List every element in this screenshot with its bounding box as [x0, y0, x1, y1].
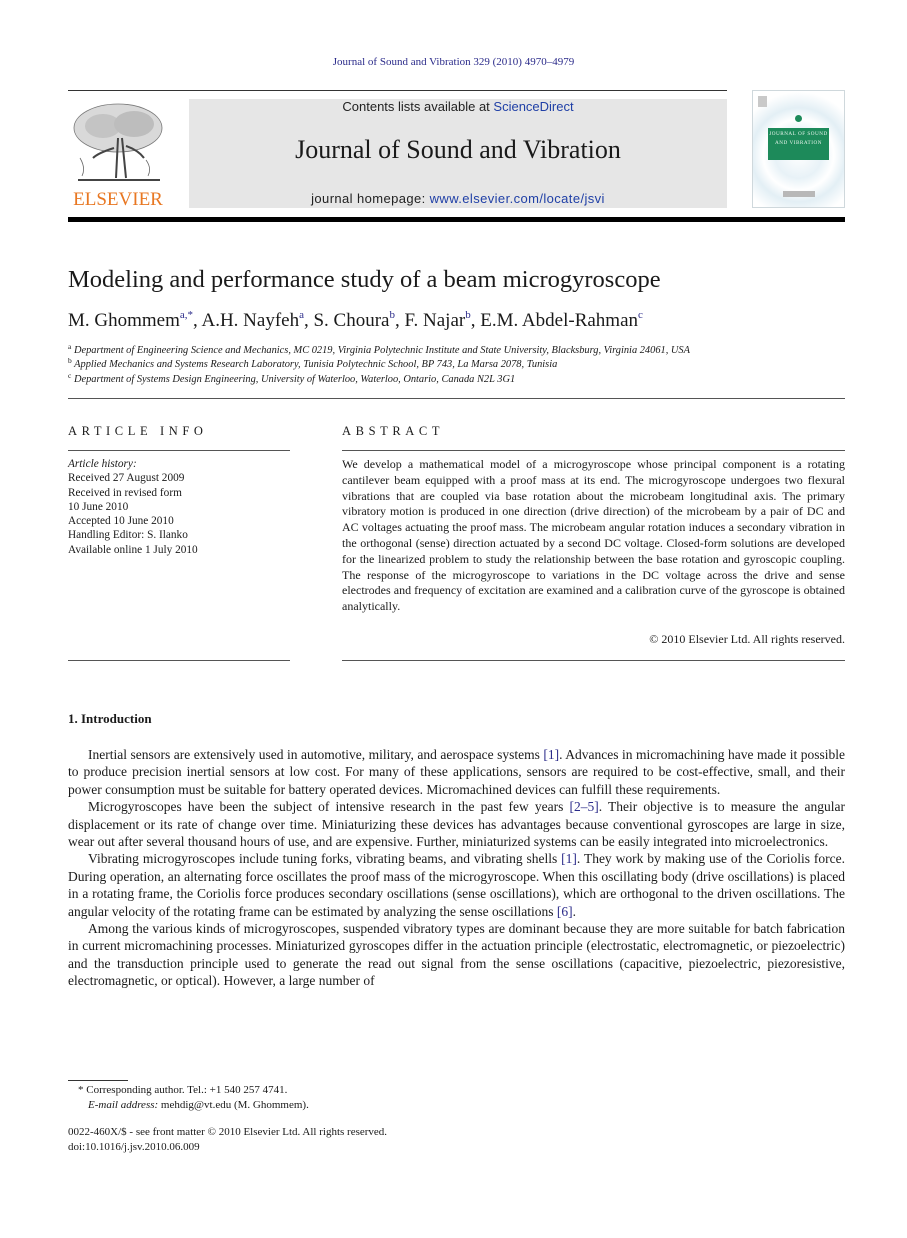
homepage-line: journal homepage: www.elsevier.com/locat…: [189, 191, 727, 206]
journal-homepage-link[interactable]: www.elsevier.com/locate/jsvi: [430, 191, 605, 206]
abstract-heading: ABSTRACT: [342, 424, 445, 438]
doi-link[interactable]: doi:10.1016/j.jsv.2010.06.009: [68, 1140, 200, 1155]
citation-link[interactable]: [2–5]: [570, 799, 599, 814]
history-item: Accepted 10 June 2010: [68, 515, 174, 528]
abstract-copyright: © 2010 Elsevier Ltd. All rights reserved…: [649, 632, 845, 646]
journal-citation: Journal of Sound and Vibration 329 (2010…: [332, 56, 575, 68]
paragraph: Microgyroscopes have been the subject of…: [68, 799, 845, 850]
journal-title: Journal of Sound and Vibration: [295, 135, 621, 164]
section-divider: [68, 398, 845, 399]
article-history: Article history: Received 27 August 2009…: [68, 457, 198, 557]
affiliation-a: a Department of Engineering Science and …: [68, 342, 690, 356]
history-label: Article history:: [68, 458, 137, 470]
contents-prefix: Contents lists available at: [342, 99, 494, 114]
citation-link[interactable]: [1]: [543, 747, 559, 762]
author[interactable]: A.H. Nayfeha: [201, 309, 304, 331]
elsevier-wordmark: ELSEVIER: [73, 189, 163, 210]
article-info-bottom-rule: [68, 660, 290, 661]
journal-banner: Contents lists available at ScienceDirec…: [189, 99, 727, 208]
abstract-bottom-rule: [342, 660, 845, 661]
history-item: Received 27 August 2009: [68, 472, 185, 485]
email-note: E-mail address: mehdig@vt.edu (M. Ghomme…: [88, 1099, 309, 1111]
author-affiliation-marker[interactable]: c: [638, 309, 643, 321]
paragraph: Inertial sensors are extensively used in…: [68, 747, 845, 797]
homepage-prefix: journal homepage:: [311, 191, 430, 206]
affiliation-b: b Applied Mechanics and Systems Research…: [68, 356, 558, 370]
elsevier-logo[interactable]: ELSEVIER: [68, 98, 168, 210]
abstract-rule: [342, 450, 845, 451]
cover-title: JOURNAL OF SOUND AND VIBRATION: [768, 128, 829, 160]
history-item: Received in revised form: [68, 486, 182, 499]
issn-line: 0022-460X/$ - see front matter © 2010 El…: [68, 1126, 388, 1138]
cover-footer-logo-icon: [783, 191, 815, 197]
journal-cover-thumbnail[interactable]: JOURNAL OF SOUND AND VIBRATION: [752, 90, 845, 208]
history-item: Available online 1 July 2010: [68, 543, 198, 556]
history-item: Handling Editor: S. Ilanko: [68, 529, 188, 542]
section-heading-introduction: 1. Introduction: [68, 711, 152, 726]
header-thick-rule: [68, 217, 845, 222]
author[interactable]: S. Chourab: [313, 309, 395, 331]
sciencedirect-link[interactable]: ScienceDirect: [493, 99, 573, 114]
email-link[interactable]: mehdig@vt.edu (M. Ghommem).: [158, 1099, 309, 1111]
author[interactable]: F. Najarb: [404, 309, 470, 331]
article-info-rule: [68, 450, 290, 451]
author-list: M. Ghommema,*, A.H. Nayfeha, S. Chourab,…: [68, 309, 643, 331]
citation-link[interactable]: [1]: [561, 851, 577, 866]
paragraph: Vibrating microgyroscopes include tuning…: [68, 851, 845, 919]
corresponding-author-note: * Corresponding author. Tel.: +1 540 257…: [78, 1084, 288, 1096]
paragraph: Among the various kinds of microgyroscop…: [68, 921, 845, 989]
history-item: 10 June 2010: [68, 500, 129, 513]
cover-publisher-icon: [758, 96, 767, 107]
author[interactable]: M. Ghommema,*: [68, 309, 193, 331]
affiliation-c: c Department of Systems Design Engineeri…: [68, 371, 516, 385]
cover-emblem-icon: [795, 115, 802, 122]
header-rule: [68, 90, 727, 91]
elsevier-tree-icon: [73, 103, 163, 181]
article-title: Modeling and performance study of a beam…: [68, 266, 661, 293]
author-affiliation-marker[interactable]: a,*: [180, 309, 193, 321]
contents-line: Contents lists available at ScienceDirec…: [189, 99, 727, 114]
introduction-body: Inertial sensors are extensively used in…: [68, 746, 845, 990]
footnote-rule: [68, 1080, 128, 1081]
article-info-heading: ARTICLE INFO: [68, 424, 208, 438]
author[interactable]: E.M. Abdel-Rahmanc: [480, 309, 643, 331]
abstract-text: We develop a mathematical model of a mic…: [342, 457, 845, 614]
citation-link[interactable]: [6]: [557, 904, 573, 919]
